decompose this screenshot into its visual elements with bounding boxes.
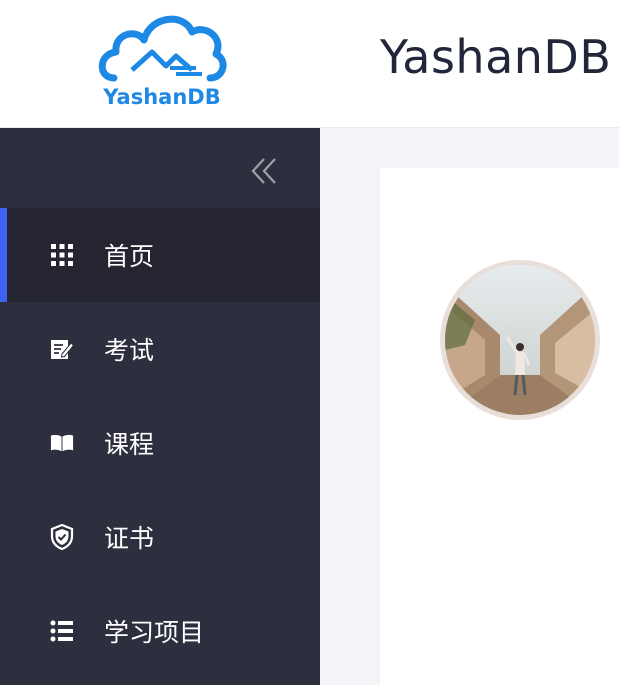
main-content-card — [380, 168, 619, 685]
sidebar-nav: 首页 考试 课程 证书 学习项目 — [0, 208, 320, 678]
sidebar-item-certificates[interactable]: 证书 — [0, 490, 320, 584]
svg-text:YashanDB: YashanDB — [102, 85, 220, 109]
grid-icon — [50, 243, 74, 267]
sidebar-item-label: 首页 — [104, 242, 155, 271]
sidebar-item-label: 课程 — [104, 430, 155, 459]
avatar[interactable] — [440, 260, 600, 420]
sidebar-item-courses[interactable]: 课程 — [0, 396, 320, 490]
sidebar-item-learning-projects[interactable]: 学习项目 — [0, 584, 320, 678]
top-header: YashanDB YashanDB — [0, 0, 619, 128]
sidebar-item-exam[interactable]: 考试 — [0, 302, 320, 396]
sidebar-item-label: 证书 — [104, 524, 155, 553]
sidebar-item-label: 学习项目 — [104, 618, 205, 647]
app-title: YashanDB — [380, 30, 612, 84]
open-book-icon — [50, 431, 74, 455]
collapse-sidebar-button[interactable] — [250, 156, 278, 186]
shield-check-icon — [50, 524, 74, 550]
list-icon — [50, 619, 74, 643]
edit-note-icon — [50, 337, 74, 361]
sidebar-item-home[interactable]: 首页 — [0, 208, 320, 302]
double-chevron-left-icon — [251, 158, 276, 184]
sidebar: 首页 考试 课程 证书 学习项目 — [0, 128, 320, 685]
sidebar-item-label: 考试 — [104, 336, 155, 365]
yashandb-logo[interactable]: YashanDB — [92, 8, 232, 114]
